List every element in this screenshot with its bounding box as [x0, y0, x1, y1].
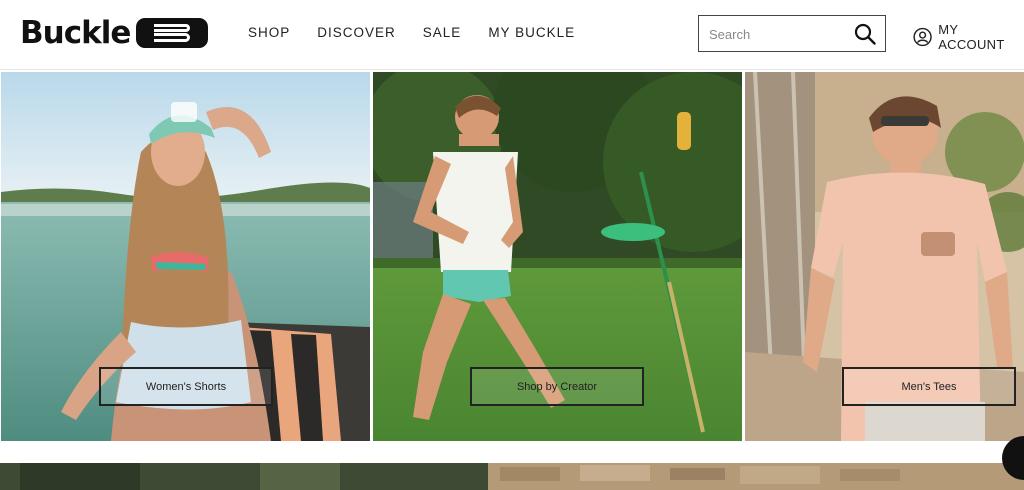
nav-discover[interactable]: DISCOVER — [317, 23, 396, 43]
next-section-preview — [0, 463, 1024, 490]
womens-shorts-button[interactable]: Women's Shorts — [99, 367, 273, 406]
nav-sale[interactable]: SALE — [423, 23, 462, 43]
next-section-photo — [0, 463, 1024, 490]
category-tile-mens-tees[interactable]: Men's Tees — [745, 72, 1024, 441]
nav-my-buckle[interactable]: MY BUCKLE — [488, 23, 575, 43]
nav-shop[interactable]: SHOP — [248, 23, 290, 43]
account-label: MY ACCOUNT — [938, 22, 1005, 52]
logo-b-mark-icon — [136, 18, 209, 48]
shop-by-creator-button[interactable]: Shop by Creator — [470, 367, 644, 406]
mens-tees-button[interactable]: Men's Tees — [842, 367, 1016, 406]
category-tile-shop-by-creator[interactable]: Shop by Creator — [373, 72, 742, 441]
logo-wordmark: Buckle — [20, 15, 131, 51]
main-nav: SHOP DISCOVER SALE MY BUCKLE — [248, 23, 602, 43]
account-link[interactable]: MY ACCOUNT — [913, 22, 1024, 52]
category-tile-womens-shorts[interactable]: Women's Shorts — [1, 72, 370, 441]
search-icon[interactable] — [853, 22, 877, 46]
user-circle-icon — [913, 27, 932, 47]
search-box — [698, 15, 886, 52]
buckle-logo[interactable]: Buckle — [20, 15, 209, 51]
search-input[interactable] — [709, 24, 849, 44]
site-header: Buckle SHOP DISCOVER SALE MY BUCKLE MY A… — [0, 0, 1024, 70]
